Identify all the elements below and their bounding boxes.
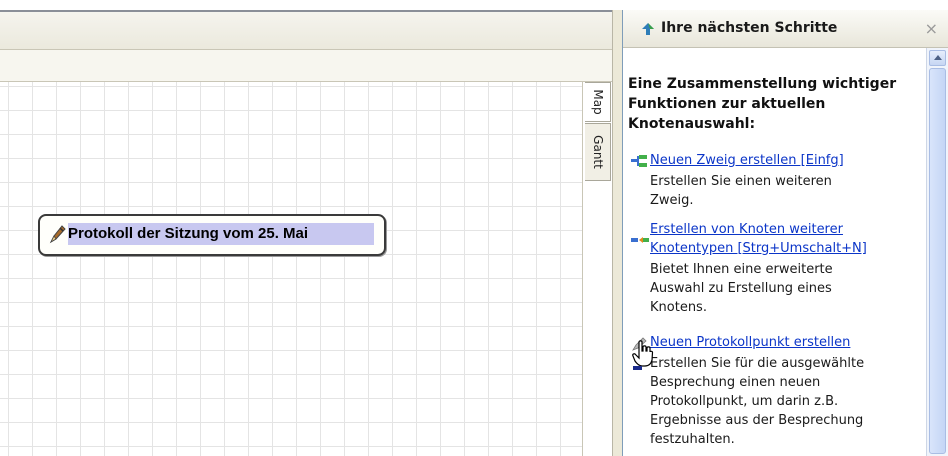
panel-splitter[interactable] (612, 10, 622, 456)
protocol-pen-icon (49, 225, 66, 244)
tab-map[interactable]: Map (585, 82, 611, 122)
hand-cursor-icon (632, 340, 654, 370)
tab-gantt[interactable]: Gantt (585, 123, 611, 181)
link-other-node-types-line-1[interactable]: Erstellen von Knoten weiterer (650, 220, 843, 239)
toolbar (0, 10, 612, 50)
secondary-toolbar (0, 50, 612, 82)
desc-other-node-types-line-2: Auswahl zu Erstellung eines (650, 281, 832, 296)
tab-gantt-label: Gantt (590, 135, 605, 169)
desc-protocol-point-line-4: Ergebnisse aus der Besprechung (650, 413, 864, 428)
link-other-node-types-line-2[interactable]: Knotentypen [Strg+Umschalt+N] (650, 239, 867, 258)
next-steps-panel: Ihre nächsten Schritte × Eine Zusammenst… (622, 10, 948, 456)
mindmap-canvas[interactable]: Protokoll der Sitzung vom 25. Mai (0, 82, 582, 456)
panel-scrollbar[interactable] (926, 48, 948, 456)
desc-new-branch-line-1: Erstellen Sie einen weiteren (650, 174, 832, 189)
panel-title: Ihre nächsten Schritte (661, 20, 838, 36)
panel-content: Eine Zusammenstellung wichtiger Funktion… (623, 48, 925, 456)
branch-icon (631, 155, 647, 167)
desc-other-node-types-line-1: Bietet Ihnen eine erweiterte (650, 262, 833, 277)
node-text[interactable]: Protokoll der Sitzung vom 25. Mai (68, 225, 308, 242)
desc-protocol-point-line-1: Erstellen Sie für die ausgewählte (650, 356, 865, 371)
scroll-up-button[interactable] (929, 50, 946, 66)
link-new-protocol-point[interactable]: Neuen Protokollpunkt erstellen (650, 333, 850, 352)
desc-new-branch-line-2: Zweig. (650, 193, 694, 208)
desc-other-node-types-line-3: Knotens. (650, 300, 707, 315)
view-tabs: Map Gantt (582, 82, 612, 456)
panel-header: Ihre nächsten Schritte × (623, 10, 948, 48)
desc-protocol-point-line-5: festzuhalten. (650, 432, 735, 447)
close-icon[interactable]: × (925, 19, 938, 38)
scrollbar-thumb[interactable] (929, 68, 946, 454)
tab-map-label: Map (590, 89, 605, 115)
link-new-branch[interactable]: Neuen Zweig erstellen [Einfg] (650, 151, 844, 170)
window-top-strip (0, 0, 948, 10)
desc-protocol-point-line-2: Besprechung einen neuen (650, 375, 821, 390)
mindmap-node[interactable]: Protokoll der Sitzung vom 25. Mai (38, 214, 386, 256)
desc-protocol-point-line-3: Protokollpunkt, um darin z.B. (650, 394, 839, 409)
panel-heading: Eine Zusammenstellung wichtiger Funktion… (628, 76, 897, 132)
steps-arrow-icon (642, 23, 654, 35)
node-types-icon (631, 237, 649, 243)
